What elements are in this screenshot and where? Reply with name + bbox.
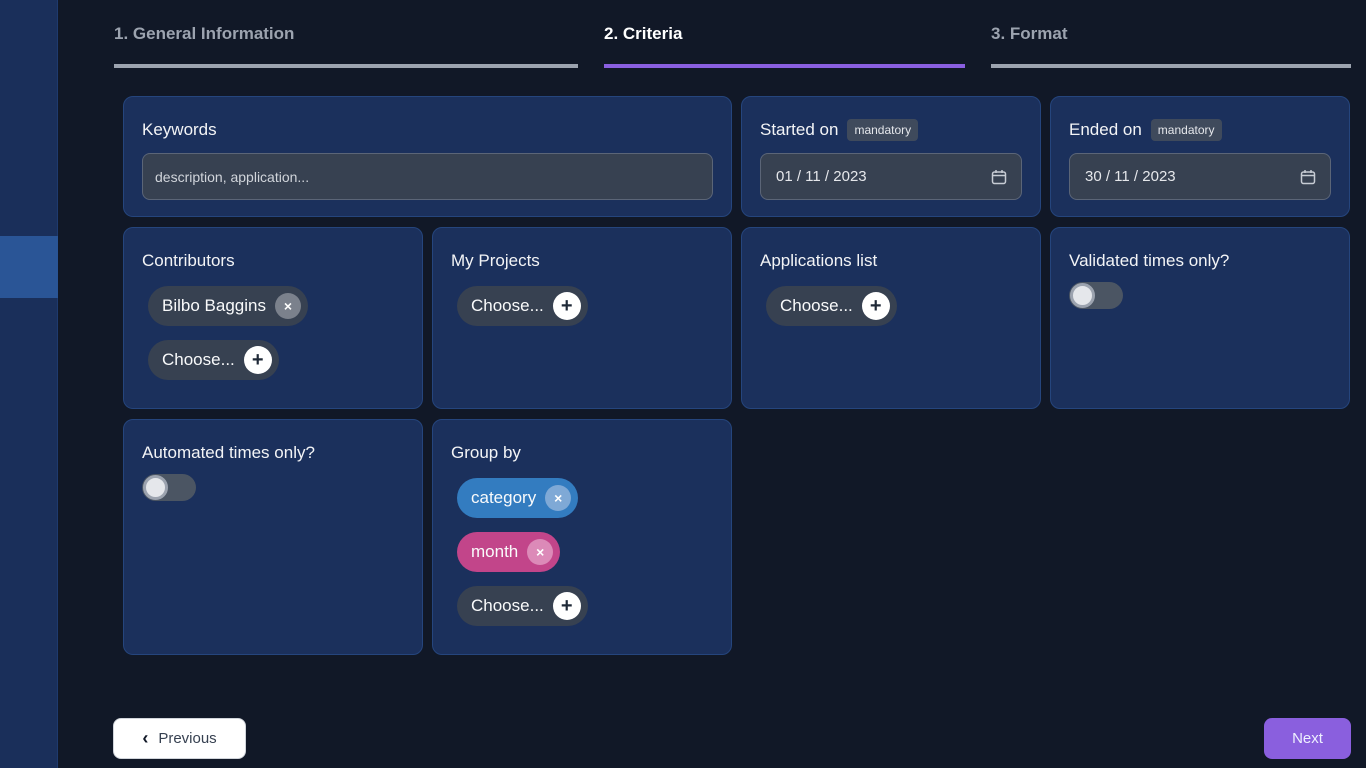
contributors-label: Contributors <box>142 251 235 270</box>
choose-label: Choose... <box>471 596 544 615</box>
group-by-chip-category: category × <box>457 478 579 518</box>
close-icon[interactable]: × <box>527 539 554 565</box>
close-icon[interactable]: × <box>274 293 301 319</box>
toggle-knob <box>143 475 168 500</box>
sidebar-item-active[interactable] <box>0 236 58 298</box>
started-on-title: Started on mandatory <box>760 117 1022 143</box>
automated-times-label: Automated times only? <box>142 443 315 462</box>
applications-choose-button[interactable]: Choose... + <box>766 286 897 326</box>
group-by-card: Group by category × month × Choose... + <box>432 419 732 655</box>
contributor-chip: Bilbo Baggins × <box>148 286 308 326</box>
choose-label: Choose... <box>780 296 853 315</box>
started-on-label: Started on <box>760 120 839 139</box>
mandatory-badge: mandatory <box>847 119 919 141</box>
group-by-choose-button[interactable]: Choose... + <box>457 586 588 626</box>
wizard-stepper: 1. General Information 2. Criteria 3. Fo… <box>0 0 1366 80</box>
plus-icon: + <box>552 292 581 320</box>
step-progress-bar <box>114 64 578 68</box>
sidebar <box>0 0 58 768</box>
ended-on-title: Ended on mandatory <box>1069 117 1331 143</box>
ended-on-date-input[interactable]: 30 / 11 / 2023 <box>1069 153 1331 200</box>
choose-label: Choose... <box>162 350 235 369</box>
validated-times-toggle[interactable] <box>1069 282 1123 309</box>
started-on-card: Started on mandatory 01 / 11 / 2023 <box>741 96 1041 217</box>
started-on-value: 01 / 11 / 2023 <box>776 168 867 185</box>
applications-chip-list: Choose... + <box>766 286 1022 326</box>
ended-on-card: Ended on mandatory 30 / 11 / 2023 <box>1050 96 1350 217</box>
contributors-chip-list: Bilbo Baggins × Choose... + <box>148 286 404 380</box>
toggle-knob <box>1070 283 1095 308</box>
contributors-choose-button[interactable]: Choose... + <box>148 340 279 380</box>
validated-times-card: Validated times only? <box>1050 227 1350 409</box>
validated-times-label: Validated times only? <box>1069 251 1230 270</box>
started-on-date-input[interactable]: 01 / 11 / 2023 <box>760 153 1022 200</box>
previous-button[interactable]: ‹ Previous <box>113 718 246 759</box>
step-label: 3. Format <box>991 24 1068 43</box>
step-general-information[interactable]: 1. General Information <box>114 22 578 68</box>
applications-list-label: Applications list <box>760 251 878 270</box>
step-format[interactable]: 3. Format <box>991 22 1351 68</box>
my-projects-choose-button[interactable]: Choose... + <box>457 286 588 326</box>
ended-on-label: Ended on <box>1069 120 1142 139</box>
chip-label: category <box>471 488 537 507</box>
step-progress-bar <box>991 64 1351 68</box>
keywords-input[interactable]: description, application... <box>142 153 713 200</box>
my-projects-card: My Projects Choose... + <box>432 227 732 409</box>
choose-label: Choose... <box>471 296 544 315</box>
plus-icon: + <box>861 292 890 320</box>
mandatory-badge: mandatory <box>1150 119 1222 141</box>
plus-icon: + <box>552 592 581 620</box>
automated-times-card: Automated times only? <box>123 419 423 655</box>
my-projects-chip-list: Choose... + <box>457 286 713 326</box>
chevron-left-icon: ‹ <box>142 728 149 748</box>
step-label: 2. Criteria <box>604 24 683 43</box>
next-label: Next <box>1292 730 1323 747</box>
my-projects-label: My Projects <box>451 251 540 270</box>
chip-label: month <box>471 542 519 561</box>
close-icon[interactable]: × <box>545 485 572 511</box>
keywords-card: Keywords description, application... <box>123 96 732 217</box>
group-by-chip-month: month × <box>457 532 561 572</box>
step-criteria[interactable]: 2. Criteria <box>604 22 965 68</box>
calendar-icon[interactable] <box>1300 169 1316 185</box>
next-button[interactable]: Next <box>1264 718 1351 759</box>
calendar-icon[interactable] <box>991 169 1007 185</box>
group-by-chip-list: category × month × Choose... + <box>457 478 713 626</box>
applications-list-card: Applications list Choose... + <box>741 227 1041 409</box>
step-progress-bar <box>604 64 965 68</box>
contributors-card: Contributors Bilbo Baggins × Choose... + <box>123 227 423 409</box>
ended-on-value: 30 / 11 / 2023 <box>1085 168 1176 185</box>
group-by-label: Group by <box>451 443 521 462</box>
automated-times-toggle[interactable] <box>142 474 196 501</box>
previous-label: Previous <box>158 730 217 747</box>
chip-label: Bilbo Baggins <box>162 296 266 315</box>
keywords-label: Keywords <box>142 120 217 139</box>
keywords-placeholder: description, application... <box>155 168 310 185</box>
plus-icon: + <box>243 346 272 374</box>
step-label: 1. General Information <box>114 24 295 43</box>
